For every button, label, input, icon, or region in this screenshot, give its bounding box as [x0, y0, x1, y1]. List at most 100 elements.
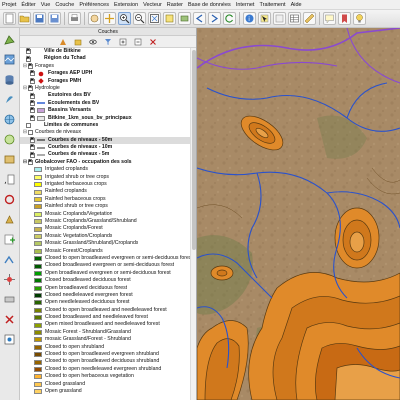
layer-visibility-checkbox[interactable]	[30, 70, 35, 77]
menu-item[interactable]: Vecteur	[143, 2, 162, 8]
layers-scrollbar-thumb[interactable]	[192, 50, 196, 250]
layer-group-row[interactable]: ⊟ Courbes de niveaux	[20, 129, 196, 136]
print-composer-icon[interactable]	[68, 12, 81, 25]
remove-layer-panel-icon[interactable]	[149, 38, 157, 46]
layer-visibility-checkbox[interactable]	[30, 78, 35, 84]
pan-icon[interactable]	[88, 12, 101, 25]
measure-icon[interactable]	[303, 12, 316, 25]
new-shapefile-icon[interactable]	[2, 232, 17, 247]
layer-row[interactable]: Closed to open needleleaved evergreen sh…	[20, 366, 196, 373]
layer-group-row[interactable]: ⊟Globalcover FAO - occupation des sols	[20, 159, 196, 166]
layer-row[interactable]: Ville de Bitkine	[20, 48, 196, 55]
zoom-selection-icon[interactable]	[163, 12, 176, 25]
layer-row[interactable]: Irrigated croplands	[20, 166, 196, 173]
select-icon[interactable]	[258, 12, 271, 25]
layer-visibility-checkbox[interactable]	[28, 85, 33, 92]
layer-row[interactable]: Closed broadleaved deciduous forest	[20, 277, 196, 284]
layer-row[interactable]: Mosaic Vegetation/Croplands	[20, 233, 196, 240]
layer-row[interactable]: Closed to open broadleaved and needlelea…	[20, 307, 196, 314]
layer-visibility-checkbox[interactable]	[30, 137, 35, 143]
new-gps-layer-icon[interactable]	[2, 272, 17, 287]
layer-row[interactable]: Open grassland	[20, 388, 196, 395]
layer-row[interactable]: Limites de communes	[20, 122, 196, 129]
menu-item[interactable]: Éditer	[21, 2, 35, 8]
menu-item[interactable]: Préférences	[79, 2, 109, 8]
add-wms-layer-icon[interactable]	[2, 112, 17, 127]
layer-row[interactable]: Closed to open herbaceous vegetation	[20, 373, 196, 380]
layer-row[interactable]: Rainfed croplands	[20, 188, 196, 195]
layer-row[interactable]: Exutoires des BV	[20, 92, 196, 99]
zoom-layer-icon[interactable]	[178, 12, 191, 25]
georeferencer-icon[interactable]	[2, 332, 17, 347]
layer-visibility-checkbox[interactable]	[26, 48, 31, 55]
layer-row[interactable]: Irrigated shrub or tree crops	[20, 174, 196, 181]
manage-visibility-icon[interactable]	[89, 38, 97, 46]
layer-row[interactable]: Mosaic Croplands/Forest	[20, 225, 196, 232]
zoom-out-icon[interactable]	[133, 12, 146, 25]
layer-row[interactable]: Closed broadleaved evergreen or semi-dec…	[20, 262, 196, 269]
menu-item[interactable]: Aide	[291, 2, 302, 8]
add-spatialite-layer-icon[interactable]	[2, 92, 17, 107]
add-wfs-layer-icon[interactable]	[2, 152, 17, 167]
layer-visibility-checkbox[interactable]	[30, 92, 35, 99]
layer-group-row[interactable]: ⊟Hydrologie	[20, 85, 196, 92]
zoom-in-icon[interactable]	[118, 12, 131, 25]
layer-row[interactable]: Open broadleaved evergreen or semi-decid…	[20, 270, 196, 277]
add-group-icon[interactable]	[74, 38, 82, 46]
add-vector-layer-icon[interactable]	[2, 32, 17, 47]
layer-row[interactable]: Ecoulements des BV	[20, 100, 196, 107]
annotation-icon[interactable]	[323, 12, 336, 25]
layer-visibility-checkbox[interactable]	[30, 115, 35, 121]
remove-layer-icon[interactable]	[2, 312, 17, 327]
new-project-icon[interactable]	[3, 12, 16, 25]
layer-visibility-checkbox[interactable]	[26, 55, 31, 62]
layer-row[interactable]: Closed to open broadleaved deciduous shr…	[20, 358, 196, 365]
map-canvas[interactable]	[197, 28, 400, 400]
layer-visibility-checkbox[interactable]	[28, 130, 33, 136]
menu-item[interactable]: Projet	[2, 2, 16, 8]
new-spatialite-layer-icon[interactable]	[2, 252, 17, 267]
add-mssql-layer-icon[interactable]	[2, 212, 17, 227]
add-wcs-layer-icon[interactable]	[2, 132, 17, 147]
identify-icon[interactable]: i	[243, 12, 256, 25]
add-postgis-layer-icon[interactable]	[2, 72, 17, 87]
add-virtual-layer-icon[interactable]	[2, 292, 17, 307]
menu-item[interactable]: Extension	[114, 2, 138, 8]
layer-row[interactable]: Open broadleaved deciduous forest	[20, 285, 196, 292]
save-project-icon[interactable]	[33, 12, 46, 25]
layer-row[interactable]: Closed to open broadleaved evergreen shr…	[20, 351, 196, 358]
layer-row[interactable]: Mosaic Croplands/Grassland/Shrubland	[20, 218, 196, 225]
layer-visibility-checkbox[interactable]	[30, 144, 35, 151]
menu-item[interactable]: Couche	[55, 2, 74, 8]
bookmark-icon[interactable]	[338, 12, 351, 25]
layer-row[interactable]: Closed needleleaved evergreen forest	[20, 292, 196, 299]
refresh-icon[interactable]	[223, 12, 236, 25]
layer-visibility-checkbox[interactable]	[30, 100, 35, 106]
layer-row[interactable]: Open mixed broadleaved and needleleaved …	[20, 321, 196, 328]
layer-row[interactable]: Irrigated herbaceous crops	[20, 181, 196, 188]
save-as-icon[interactable]	[48, 12, 61, 25]
open-layer-styling-icon[interactable]	[59, 38, 67, 46]
zoom-next-icon[interactable]	[208, 12, 221, 25]
menu-item[interactable]: Base de données	[188, 2, 231, 8]
layer-visibility-checkbox[interactable]	[26, 123, 31, 129]
layer-row[interactable]: Closed grassland	[20, 381, 196, 388]
layer-row[interactable]: Mosaic Croplands/Vegetation	[20, 211, 196, 218]
layer-row[interactable]: Bitkine_1km_sous_bv_principaux	[20, 115, 196, 122]
layer-visibility-checkbox[interactable]	[30, 151, 35, 158]
collapse-all-icon[interactable]	[134, 38, 142, 46]
menu-item[interactable]: Internet	[236, 2, 255, 8]
layer-row[interactable]: Forages AEP UPH	[20, 70, 196, 77]
layers-scrollbar[interactable]	[190, 48, 196, 400]
layer-visibility-checkbox[interactable]	[30, 107, 35, 114]
zoom-last-icon[interactable]	[193, 12, 206, 25]
tips-icon[interactable]	[353, 12, 366, 25]
layer-row[interactable]: Bassins Versants	[20, 107, 196, 114]
layer-row[interactable]: Courbes de niveaux - 10m	[20, 144, 196, 151]
layer-visibility-checkbox[interactable]	[28, 159, 33, 165]
layer-row[interactable]: Courbes de niveaux - 5m	[20, 151, 196, 158]
menu-item[interactable]: Vue	[41, 2, 51, 8]
add-delimited-text-icon[interactable]: ,	[2, 172, 17, 187]
pan-to-selection-icon[interactable]	[103, 12, 116, 25]
layer-row[interactable]: Mosaic Forest/Croplands	[20, 248, 196, 255]
